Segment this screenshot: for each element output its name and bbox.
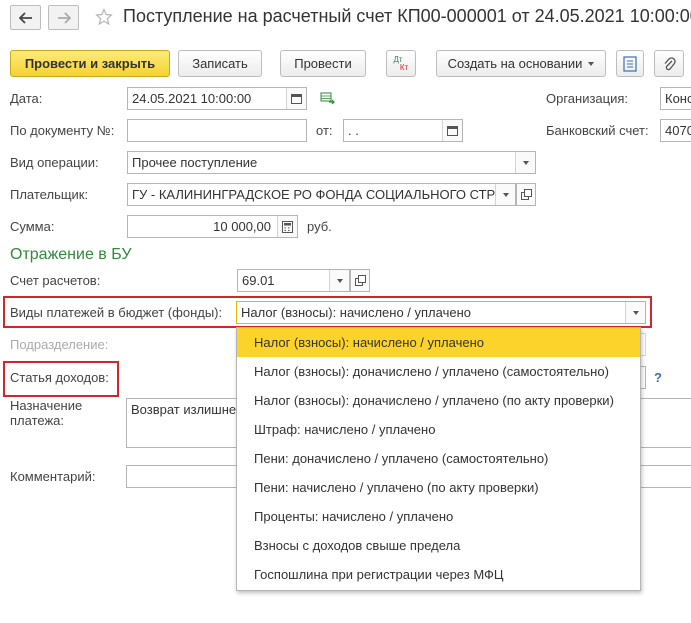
dropdown-option[interactable]: Госпошлина при регистрации через МФЦ bbox=[237, 560, 640, 589]
organization-field[interactable]: Конс bbox=[660, 87, 691, 110]
date-field[interactable]: 24.05.2021 10:00:00 bbox=[127, 87, 307, 110]
paperclip-icon bbox=[664, 56, 676, 70]
bank-account-label: Банковский счет: bbox=[546, 123, 649, 138]
date-value: 24.05.2021 10:00:00 bbox=[132, 91, 252, 106]
attach-button[interactable] bbox=[654, 50, 684, 77]
post-and-close-button[interactable]: Провести и закрыть bbox=[10, 50, 170, 77]
dropdown-option[interactable]: Налог (взносы): начислено / уплачено bbox=[237, 328, 640, 357]
post-button[interactable]: Провести bbox=[280, 50, 366, 77]
payment-types-label: Виды платежей в бюджет (фонды): bbox=[10, 305, 223, 320]
structure-button[interactable] bbox=[616, 50, 644, 77]
favorite-star-icon[interactable] bbox=[95, 8, 113, 29]
chevron-down-icon bbox=[336, 278, 343, 283]
payment-types-value: Налог (взносы): начислено / уплачено bbox=[241, 305, 471, 320]
dt-kt-bottom: Кт bbox=[399, 62, 409, 72]
calendar-icon bbox=[291, 94, 302, 104]
table-arrow-icon[interactable] bbox=[320, 92, 336, 109]
settlement-account-value: 69.01 bbox=[242, 273, 275, 288]
dropdown-option[interactable]: Проценты: начислено / уплачено bbox=[237, 502, 640, 531]
create-based-on-button[interactable]: Создать на основании bbox=[436, 50, 606, 77]
purpose-label-line1: Назначение bbox=[10, 398, 83, 413]
operation-type-label: Вид операции: bbox=[10, 155, 99, 170]
income-item-label: Статья доходов: bbox=[10, 370, 109, 385]
payment-types-dropdown-list: Налог (взносы): начислено / уплачено Нал… bbox=[236, 327, 641, 591]
payer-dropdown-button[interactable] bbox=[495, 184, 515, 205]
forward-button[interactable] bbox=[48, 5, 79, 30]
payer-select[interactable]: ГУ - КАЛИНИНГРАДСКОЕ РО ФОНДА СОЦИАЛЬНОГ… bbox=[127, 183, 516, 206]
settlement-account-label: Счет расчетов: bbox=[10, 273, 101, 288]
payer-value: ГУ - КАЛИНИНГРАДСКОЕ РО ФОНДА СОЦИАЛЬНОГ… bbox=[132, 187, 496, 202]
chevron-down-icon bbox=[502, 192, 509, 197]
from-date-field[interactable]: . . bbox=[343, 119, 463, 142]
chevron-down-icon bbox=[632, 310, 639, 315]
operation-dropdown-button[interactable] bbox=[515, 152, 535, 173]
calculator-icon bbox=[282, 220, 293, 233]
chevron-down-icon bbox=[522, 160, 529, 165]
calendar-button[interactable] bbox=[286, 88, 306, 109]
calculator-button[interactable] bbox=[277, 216, 297, 237]
subdivision-label: Подразделение: bbox=[10, 337, 109, 352]
dt-kt-button[interactable]: Дт Кт bbox=[386, 50, 416, 77]
arrow-left-icon bbox=[18, 11, 32, 24]
back-button[interactable] bbox=[10, 5, 41, 30]
currency-label: руб. bbox=[307, 219, 332, 234]
account-open-button[interactable] bbox=[350, 269, 370, 292]
dropdown-option[interactable]: Штраф: начислено / уплачено bbox=[237, 415, 640, 444]
operation-type-value: Прочее поступление bbox=[132, 155, 258, 170]
bank-account-field[interactable]: 4070 bbox=[660, 119, 691, 142]
settlement-account-select[interactable]: 69.01 bbox=[237, 269, 350, 292]
calendar-icon bbox=[447, 126, 458, 136]
payment-types-dropdown-button[interactable] bbox=[625, 302, 645, 323]
payment-types-select[interactable]: Налог (взносы): начислено / уплачено bbox=[236, 301, 646, 324]
document-number-input[interactable] bbox=[127, 119, 307, 142]
document-number-label: По документу №: bbox=[10, 123, 115, 138]
document-structure-icon bbox=[623, 55, 637, 72]
account-dropdown-button[interactable] bbox=[329, 270, 349, 291]
chevron-down-icon bbox=[588, 61, 595, 66]
dropdown-option[interactable]: Взносы с доходов свыше предела bbox=[237, 531, 640, 560]
section-title-bu: Отражение в БУ bbox=[10, 246, 132, 263]
date-label: Дата: bbox=[10, 91, 43, 106]
purpose-label-line2: платежа: bbox=[10, 413, 64, 428]
open-form-icon bbox=[354, 275, 366, 286]
dropdown-option[interactable]: Пени: доначислено / уплачено (самостояте… bbox=[237, 444, 640, 473]
dropdown-option[interactable]: Налог (взносы): доначислено / уплачено (… bbox=[237, 386, 640, 415]
payer-label: Плательщик: bbox=[10, 187, 89, 202]
comment-label: Комментарий: bbox=[10, 469, 96, 484]
operation-type-select[interactable]: Прочее поступление bbox=[127, 151, 536, 174]
save-button[interactable]: Записать bbox=[178, 50, 262, 77]
sum-value: 10 000,00 bbox=[213, 219, 271, 234]
help-icon[interactable]: ? bbox=[654, 370, 662, 385]
sum-input[interactable]: 10 000,00 bbox=[127, 215, 298, 238]
from-date-label: от: bbox=[316, 123, 333, 138]
sum-label: Сумма: bbox=[10, 219, 55, 234]
from-date-value: . . bbox=[348, 123, 359, 138]
dropdown-option[interactable]: Пени: начислено / уплачено (по акту пров… bbox=[237, 473, 640, 502]
window-title: Поступление на расчетный счет КП00-00000… bbox=[123, 6, 691, 26]
open-form-icon bbox=[520, 189, 532, 200]
organization-label: Организация: bbox=[546, 91, 629, 106]
dropdown-option[interactable]: Налог (взносы): доначислено / уплачено (… bbox=[237, 357, 640, 386]
create-based-on-label: Создать на основании bbox=[447, 56, 583, 71]
arrow-right-icon bbox=[57, 11, 71, 24]
payer-open-button[interactable] bbox=[516, 183, 536, 206]
from-calendar-button[interactable] bbox=[442, 120, 462, 141]
